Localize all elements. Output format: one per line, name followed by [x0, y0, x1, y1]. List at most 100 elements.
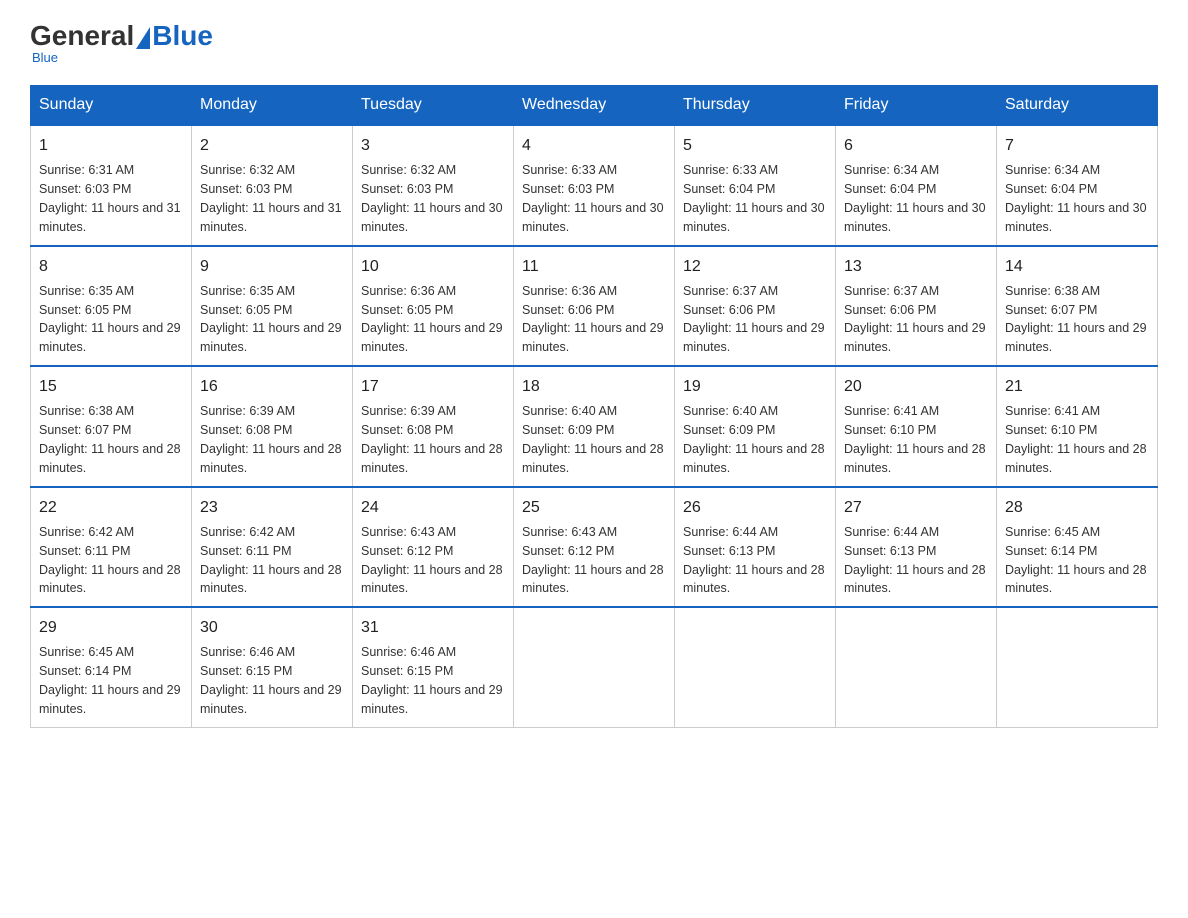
day-number: 14: [1005, 255, 1149, 278]
calendar-day-cell: 23 Sunrise: 6:42 AMSunset: 6:11 PMDayligh…: [192, 487, 353, 608]
day-number: 23: [200, 496, 344, 519]
day-info: Sunrise: 6:39 AMSunset: 6:08 PMDaylight:…: [361, 404, 503, 475]
calendar-day-cell: 17 Sunrise: 6:39 AMSunset: 6:08 PMDayligh…: [353, 366, 514, 487]
day-info: Sunrise: 6:31 AMSunset: 6:03 PMDaylight:…: [39, 163, 181, 234]
day-number: 25: [522, 496, 666, 519]
day-header: Wednesday: [514, 86, 675, 126]
day-header: Monday: [192, 86, 353, 126]
day-info: Sunrise: 6:32 AMSunset: 6:03 PMDaylight:…: [200, 163, 342, 234]
day-info: Sunrise: 6:44 AMSunset: 6:13 PMDaylight:…: [683, 525, 825, 596]
day-info: Sunrise: 6:41 AMSunset: 6:10 PMDaylight:…: [1005, 404, 1147, 475]
calendar-day-cell: [675, 607, 836, 727]
day-number: 29: [39, 616, 183, 639]
day-number: 1: [39, 134, 183, 157]
day-number: 6: [844, 134, 988, 157]
day-info: Sunrise: 6:45 AMSunset: 6:14 PMDaylight:…: [39, 645, 181, 716]
day-number: 20: [844, 375, 988, 398]
day-info: Sunrise: 6:46 AMSunset: 6:15 PMDaylight:…: [361, 645, 503, 716]
day-info: Sunrise: 6:43 AMSunset: 6:12 PMDaylight:…: [522, 525, 664, 596]
day-number: 22: [39, 496, 183, 519]
calendar-day-cell: 3 Sunrise: 6:32 AMSunset: 6:03 PMDaylight…: [353, 125, 514, 246]
day-number: 17: [361, 375, 505, 398]
calendar-week-row: 29 Sunrise: 6:45 AMSunset: 6:14 PMDayligh…: [31, 607, 1158, 727]
logo-blue: Blue: [152, 20, 213, 52]
day-number: 9: [200, 255, 344, 278]
calendar-day-cell: 15 Sunrise: 6:38 AMSunset: 6:07 PMDayligh…: [31, 366, 192, 487]
day-header: Tuesday: [353, 86, 514, 126]
day-info: Sunrise: 6:33 AMSunset: 6:03 PMDaylight:…: [522, 163, 664, 234]
calendar-day-cell: 1 Sunrise: 6:31 AMSunset: 6:03 PMDaylight…: [31, 125, 192, 246]
day-number: 4: [522, 134, 666, 157]
day-number: 27: [844, 496, 988, 519]
logo-arrow-icon: [136, 27, 150, 49]
day-number: 15: [39, 375, 183, 398]
day-header: Sunday: [31, 86, 192, 126]
day-info: Sunrise: 6:40 AMSunset: 6:09 PMDaylight:…: [683, 404, 825, 475]
day-info: Sunrise: 6:45 AMSunset: 6:14 PMDaylight:…: [1005, 525, 1147, 596]
calendar-day-cell: [997, 607, 1158, 727]
day-info: Sunrise: 6:38 AMSunset: 6:07 PMDaylight:…: [39, 404, 181, 475]
day-info: Sunrise: 6:36 AMSunset: 6:05 PMDaylight:…: [361, 284, 503, 355]
day-number: 19: [683, 375, 827, 398]
day-info: Sunrise: 6:34 AMSunset: 6:04 PMDaylight:…: [844, 163, 986, 234]
calendar-day-cell: 10 Sunrise: 6:36 AMSunset: 6:05 PMDayligh…: [353, 246, 514, 367]
day-info: Sunrise: 6:43 AMSunset: 6:12 PMDaylight:…: [361, 525, 503, 596]
day-info: Sunrise: 6:42 AMSunset: 6:11 PMDaylight:…: [200, 525, 342, 596]
page-header: General Blue Blue: [30, 20, 1158, 65]
day-info: Sunrise: 6:37 AMSunset: 6:06 PMDaylight:…: [683, 284, 825, 355]
day-number: 10: [361, 255, 505, 278]
calendar-day-cell: 4 Sunrise: 6:33 AMSunset: 6:03 PMDaylight…: [514, 125, 675, 246]
calendar-day-cell: 21 Sunrise: 6:41 AMSunset: 6:10 PMDayligh…: [997, 366, 1158, 487]
calendar-table: SundayMondayTuesdayWednesdayThursdayFrid…: [30, 85, 1158, 728]
calendar-day-cell: 11Sunrise: 6:36 AMSunset: 6:06 PMDayligh…: [514, 246, 675, 367]
day-info: Sunrise: 6:42 AMSunset: 6:11 PMDaylight:…: [39, 525, 181, 596]
day-info: Sunrise: 6:37 AMSunset: 6:06 PMDaylight:…: [844, 284, 986, 355]
day-number: 5: [683, 134, 827, 157]
day-info: Sunrise: 6:41 AMSunset: 6:10 PMDaylight:…: [844, 404, 986, 475]
calendar-body: 1 Sunrise: 6:31 AMSunset: 6:03 PMDaylight…: [31, 125, 1158, 727]
calendar-day-cell: 16Sunrise: 6:39 AMSunset: 6:08 PMDayligh…: [192, 366, 353, 487]
calendar-day-cell: 9Sunrise: 6:35 AMSunset: 6:05 PMDaylight…: [192, 246, 353, 367]
calendar-header-row: SundayMondayTuesdayWednesdayThursdayFrid…: [31, 86, 1158, 126]
day-info: Sunrise: 6:33 AMSunset: 6:04 PMDaylight:…: [683, 163, 825, 234]
day-number: 24: [361, 496, 505, 519]
day-number: 12: [683, 255, 827, 278]
calendar-day-cell: 5 Sunrise: 6:33 AMSunset: 6:04 PMDaylight…: [675, 125, 836, 246]
day-number: 8: [39, 255, 183, 278]
calendar-day-cell: 13Sunrise: 6:37 AMSunset: 6:06 PMDayligh…: [836, 246, 997, 367]
day-number: 28: [1005, 496, 1149, 519]
day-number: 11: [522, 255, 666, 278]
day-info: Sunrise: 6:38 AMSunset: 6:07 PMDaylight:…: [1005, 284, 1147, 355]
calendar-day-cell: [836, 607, 997, 727]
day-number: 3: [361, 134, 505, 157]
day-info: Sunrise: 6:34 AMSunset: 6:04 PMDaylight:…: [1005, 163, 1147, 234]
calendar-day-cell: 25 Sunrise: 6:43 AMSunset: 6:12 PMDayligh…: [514, 487, 675, 608]
day-number: 2: [200, 134, 344, 157]
day-number: 31: [361, 616, 505, 639]
day-info: Sunrise: 6:35 AMSunset: 6:05 PMDaylight:…: [39, 284, 181, 355]
day-info: Sunrise: 6:40 AMSunset: 6:09 PMDaylight:…: [522, 404, 664, 475]
calendar-day-cell: 12 Sunrise: 6:37 AMSunset: 6:06 PMDayligh…: [675, 246, 836, 367]
day-header: Thursday: [675, 86, 836, 126]
day-info: Sunrise: 6:46 AMSunset: 6:15 PMDaylight:…: [200, 645, 342, 716]
logo-general: General: [30, 20, 134, 52]
calendar-day-cell: 20 Sunrise: 6:41 AMSunset: 6:10 PMDayligh…: [836, 366, 997, 487]
day-number: 26: [683, 496, 827, 519]
calendar-day-cell: 19 Sunrise: 6:40 AMSunset: 6:09 PMDayligh…: [675, 366, 836, 487]
day-number: 21: [1005, 375, 1149, 398]
day-info: Sunrise: 6:32 AMSunset: 6:03 PMDaylight:…: [361, 163, 503, 234]
calendar-week-row: 1 Sunrise: 6:31 AMSunset: 6:03 PMDaylight…: [31, 125, 1158, 246]
calendar-day-cell: 30 Sunrise: 6:46 AMSunset: 6:15 PMDayligh…: [192, 607, 353, 727]
day-number: 30: [200, 616, 344, 639]
logo: General Blue Blue: [30, 20, 213, 65]
day-number: 7: [1005, 134, 1149, 157]
calendar-day-cell: 31 Sunrise: 6:46 AMSunset: 6:15 PMDayligh…: [353, 607, 514, 727]
day-number: 16: [200, 375, 344, 398]
calendar-day-cell: 26 Sunrise: 6:44 AMSunset: 6:13 PMDayligh…: [675, 487, 836, 608]
calendar-week-row: 22 Sunrise: 6:42 AMSunset: 6:11 PMDayligh…: [31, 487, 1158, 608]
calendar-week-row: 8 Sunrise: 6:35 AMSunset: 6:05 PMDaylight…: [31, 246, 1158, 367]
calendar-day-cell: 24 Sunrise: 6:43 AMSunset: 6:12 PMDayligh…: [353, 487, 514, 608]
calendar-day-cell: 28 Sunrise: 6:45 AMSunset: 6:14 PMDayligh…: [997, 487, 1158, 608]
day-header: Friday: [836, 86, 997, 126]
calendar-day-cell: 14 Sunrise: 6:38 AMSunset: 6:07 PMDayligh…: [997, 246, 1158, 367]
